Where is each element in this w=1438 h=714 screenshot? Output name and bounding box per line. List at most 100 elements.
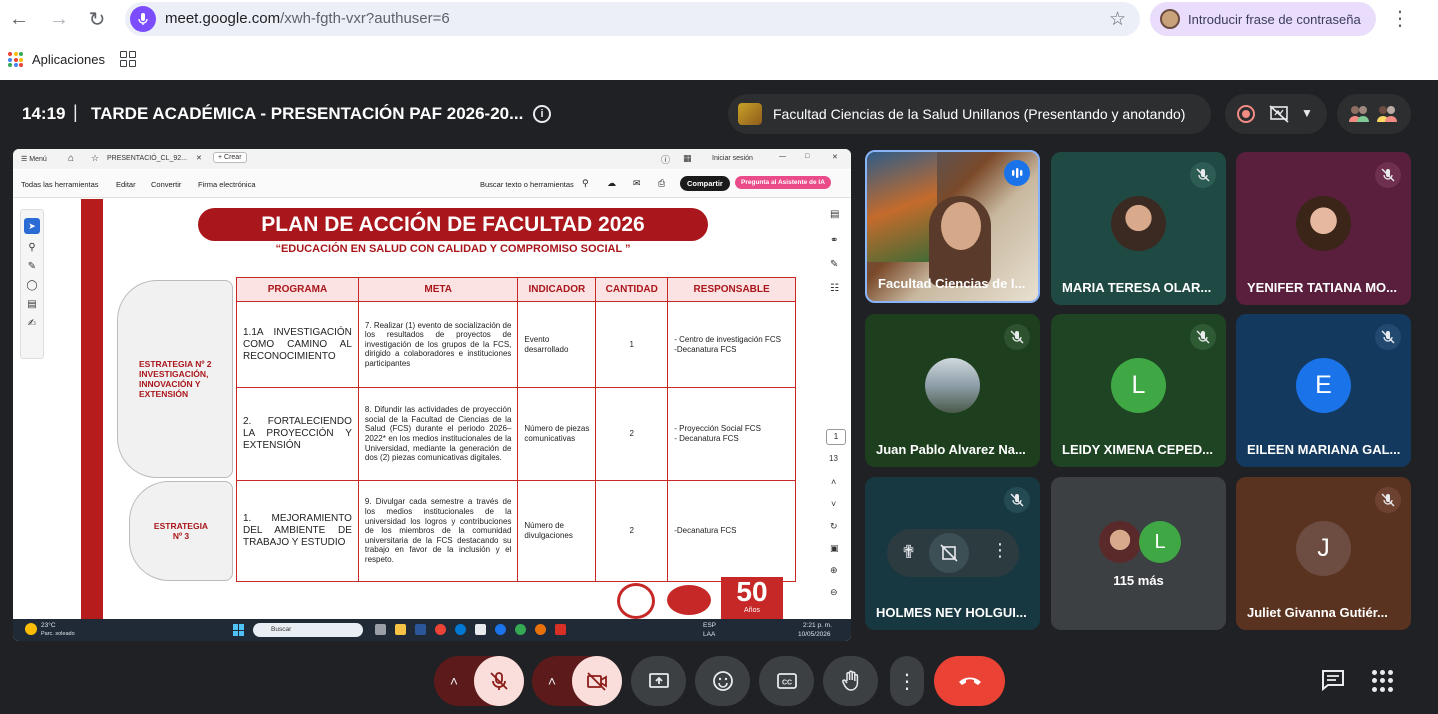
page-up-icon[interactable]: ˄ [831, 477, 836, 487]
page-number-field[interactable]: 1 [826, 429, 846, 445]
print-icon[interactable]: ⎙ [658, 178, 665, 189]
text-tool-icon[interactable]: ▤ [24, 299, 40, 310]
participant-tile[interactable]: L LEIDY XIMENA CEPED... [1051, 314, 1226, 467]
chrome-alt-icon[interactable] [515, 624, 526, 635]
page-down-icon[interactable]: ˅ [831, 499, 836, 509]
fit-page-icon[interactable]: ▣ [830, 543, 839, 554]
pdf-search[interactable]: Buscar texto o herramientas [480, 180, 574, 189]
passphrase-button[interactable]: Introducir frase de contraseña [1150, 2, 1376, 36]
mail-icon[interactable]: ✉ [633, 178, 641, 189]
rotate-icon[interactable]: ↻ [830, 521, 838, 532]
pin-icon[interactable]: ✟ [901, 542, 916, 563]
people-button[interactable] [1337, 94, 1411, 134]
bookmark-star-icon[interactable]: ☆ [1109, 8, 1126, 31]
search-icon[interactable]: ⚲ [582, 178, 589, 189]
close-window-icon[interactable]: ✕ [832, 153, 838, 161]
home-icon[interactable]: ⌂ [68, 153, 74, 164]
mic-off-icon [1375, 162, 1401, 188]
cloud-icon[interactable]: ☁ [607, 178, 616, 189]
firefox-icon[interactable] [535, 624, 546, 635]
more-vert-icon: ⋮ [897, 670, 917, 693]
participant-tile[interactable]: J Juliet Givanna Gutiér... [1236, 477, 1411, 630]
windows-start-icon[interactable] [233, 624, 245, 636]
leave-call-button[interactable] [934, 656, 1005, 706]
more-participants-tile[interactable]: L 115 más [1051, 477, 1226, 630]
app-icon[interactable] [495, 624, 506, 635]
meeting-info-icon[interactable]: i [533, 105, 551, 123]
browser-menu-icon[interactable]: ⋮ [1390, 6, 1410, 31]
recording-controls[interactable]: ▼ [1225, 94, 1327, 134]
taskview-icon[interactable] [375, 624, 386, 635]
annotation-icon[interactable]: ✎ [830, 259, 838, 270]
voice-search-icon[interactable] [130, 6, 156, 32]
help-icon[interactable]: ⓘ [661, 153, 670, 166]
camera-options-chevron-icon[interactable]: ˄ [532, 673, 572, 689]
sign-tool-icon[interactable]: ✍ [24, 318, 40, 329]
chat-button[interactable] [1320, 668, 1346, 697]
pdf-tab-title[interactable]: PRESENTACIÓ_CL_92... [107, 155, 187, 162]
camera-toggle-button[interactable] [572, 656, 622, 706]
participant-tile[interactable]: YENIFER TATIANA MO... [1236, 152, 1411, 305]
presenter-chip[interactable]: Facultad Ciencias de la Salud Unillanos … [728, 94, 1211, 134]
apps-grid-icon[interactable] [8, 52, 23, 67]
more-options-button[interactable]: ⋮ [890, 656, 924, 706]
zoom-out-icon[interactable]: ⊖ [830, 587, 838, 598]
acrobat-icon[interactable] [555, 624, 566, 635]
back-arrow-icon[interactable]: ← [6, 6, 32, 32]
comment-icon[interactable]: ▤ [830, 209, 839, 220]
address-bar[interactable]: meet.google.com/xwh-fgth-vxr?authuser=6 … [125, 2, 1140, 36]
pdf-share-button[interactable]: Compartir [680, 176, 730, 191]
taskbar-search[interactable]: Buscar [253, 623, 363, 637]
reactions-button[interactable] [695, 656, 750, 706]
participant-tile[interactable]: Juan Pablo Alvarez Na... [865, 314, 1040, 467]
signin-link[interactable]: Iniciar sesión [712, 155, 753, 162]
link-icon[interactable]: ⚭ [830, 235, 838, 246]
chrome-icon[interactable] [435, 624, 446, 635]
captions-button[interactable]: CC [759, 656, 814, 706]
remove-from-view-icon[interactable] [929, 533, 969, 573]
participant-tile[interactable]: Facultad Ciencias de l... [865, 150, 1040, 303]
apps-icon[interactable]: ▦ [683, 153, 692, 164]
forward-arrow-icon[interactable]: → [46, 6, 72, 32]
pages-icon[interactable]: ☷ [830, 283, 839, 294]
chevron-down-icon[interactable]: ▼ [1301, 106, 1313, 120]
pdf-menu[interactable]: ☰ Menú [21, 155, 47, 163]
raise-hand-button[interactable] [823, 656, 878, 706]
lasso-tool-icon[interactable]: ◯ [24, 280, 40, 291]
reload-icon[interactable]: ↻ [84, 6, 110, 32]
taskbar-time[interactable]: 2:21 p. m. [803, 622, 832, 629]
maximize-icon[interactable]: □ [805, 153, 809, 160]
presentation-off-icon[interactable] [1269, 105, 1289, 128]
all-tools-tab[interactable]: Todas las herramientas [21, 180, 99, 189]
taskbar-date[interactable]: 10/05/2026 [798, 631, 831, 638]
tab-groups-icon[interactable] [120, 51, 136, 67]
activities-grid-icon[interactable] [1372, 670, 1394, 692]
create-tab-button[interactable]: + Crear [213, 152, 247, 163]
store-icon[interactable] [475, 624, 486, 635]
zoom-in-icon[interactable]: ⊕ [830, 565, 838, 576]
more-options-icon[interactable]: ⋮ [991, 540, 1009, 561]
convert-tab[interactable]: Convertir [151, 180, 181, 189]
mic-options-chevron-icon[interactable]: ˄ [434, 673, 474, 689]
ai-assistant-button[interactable]: Pregunta al Asistente de IA [735, 176, 831, 189]
apps-bookmark[interactable]: Aplicaciones [32, 52, 105, 67]
edit-tab[interactable]: Editar [116, 180, 136, 189]
language-code[interactable]: ESP [703, 622, 716, 629]
word-icon[interactable] [415, 624, 426, 635]
minimize-icon[interactable]: — [779, 153, 786, 160]
mic-toggle-button[interactable] [474, 656, 524, 706]
zoom-tool-icon[interactable]: ⚲ [24, 242, 40, 253]
edge-icon[interactable] [455, 624, 466, 635]
participant-tile[interactable]: ✟ ⋮ HOLMES NEY HOLGUI... [865, 477, 1040, 630]
explorer-icon[interactable] [395, 624, 406, 635]
esign-tab[interactable]: Firma electrónica [198, 180, 256, 189]
close-tab-icon[interactable]: ✕ [196, 154, 202, 162]
select-tool-icon[interactable]: ➤ [24, 218, 40, 234]
pen-tool-icon[interactable]: ✎ [24, 261, 40, 272]
participant-tile[interactable]: E EILEEN MARIANA GAL... [1236, 314, 1411, 467]
keyboard-layout[interactable]: LAA [703, 631, 715, 638]
recording-icon[interactable] [1237, 105, 1255, 123]
participant-tile[interactable]: MARIA TERESA OLAR... [1051, 152, 1226, 305]
star-tab-icon[interactable]: ☆ [91, 153, 99, 164]
present-screen-button[interactable] [631, 656, 686, 706]
